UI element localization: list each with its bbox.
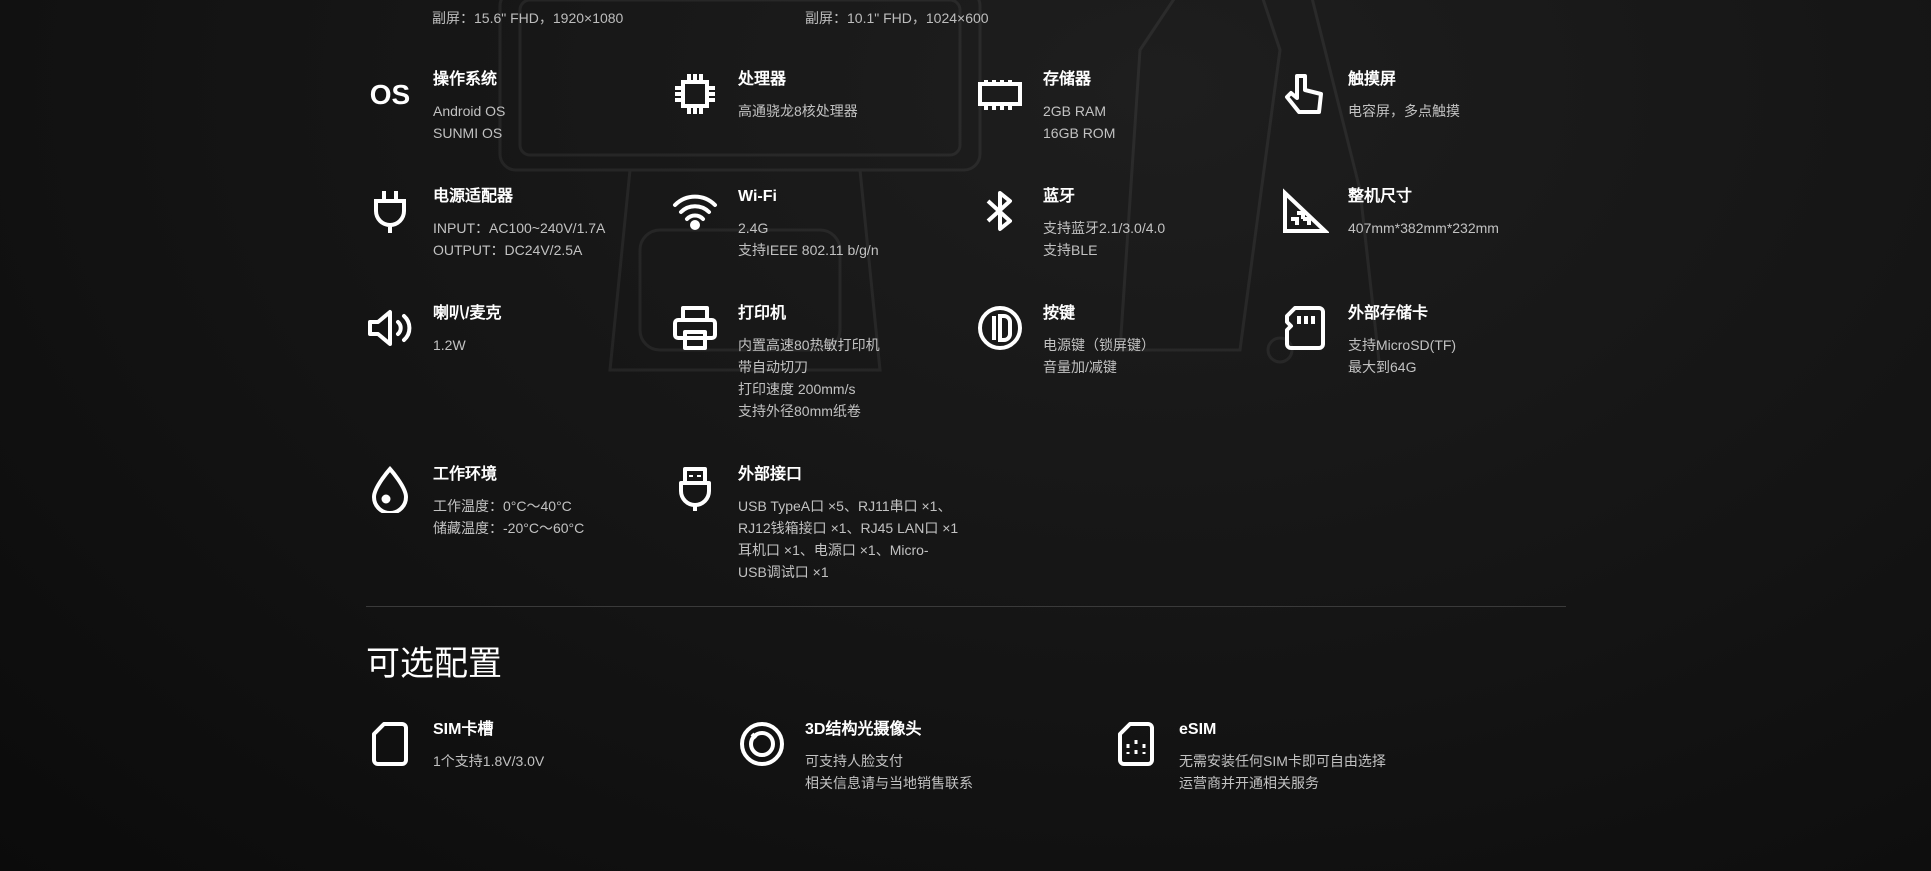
spec-title: 电源适配器 xyxy=(433,188,514,205)
camera-3d-icon xyxy=(738,720,786,768)
spec-line: 音量加/减键 xyxy=(1043,359,1117,375)
spec-line: 带自动切刀 xyxy=(738,359,808,375)
os-icon: OS xyxy=(366,70,414,118)
memory-icon xyxy=(976,70,1024,118)
printer-icon xyxy=(671,304,719,352)
spec-line: 无需安装任何SIM卡即可自由选择 xyxy=(1179,753,1386,769)
spec-line: 内置高速80热敏打印机 xyxy=(738,337,880,353)
sd-card-icon xyxy=(1281,304,1329,352)
usb-plug-icon xyxy=(671,465,719,513)
spec-line: 1个支持1.8V/3.0V xyxy=(433,753,545,769)
spec-line: 407mm*382mm*232mm xyxy=(1348,220,1499,236)
spec-line: 最大到64G xyxy=(1348,359,1417,375)
spec-title: 工作环境 xyxy=(433,466,498,483)
spec-line: RJ12钱箱接口 ×1、RJ45 LAN口 ×1 xyxy=(738,520,959,536)
spec-line: 高通骁龙8核处理器 xyxy=(738,103,858,119)
spec-title: 操作系统 xyxy=(433,71,498,88)
spec-title: 喇叭/麦克 xyxy=(433,305,502,322)
section-divider xyxy=(366,606,1566,607)
spec-line: 16GB ROM xyxy=(1043,125,1116,141)
spec-title: 整机尺寸 xyxy=(1348,188,1413,205)
spec-line: 工作温度：0°C～40°C xyxy=(433,498,572,514)
spec-title: 存储器 xyxy=(1043,71,1092,88)
spec-title: 按键 xyxy=(1043,305,1076,322)
esim-icon xyxy=(1112,720,1160,768)
power-plug-icon xyxy=(366,187,414,235)
optional-config-title: 可选配置 xyxy=(366,645,502,683)
secondary-screen-spec-1: 副屏：15.6" FHD，1920×1080 xyxy=(432,10,624,26)
spec-title: 外部存储卡 xyxy=(1348,305,1429,322)
spec-title: 蓝牙 xyxy=(1043,188,1076,205)
spec-line: Android OS xyxy=(433,103,506,119)
touch-hand-icon xyxy=(1281,70,1329,118)
svg-text:OS: OS xyxy=(370,79,410,110)
spec-line: 支持BLE xyxy=(1043,242,1098,258)
spec-title: 外部接口 xyxy=(738,466,803,483)
spec-line: 运营商并开通相关服务 xyxy=(1179,775,1319,791)
spec-title: 触摸屏 xyxy=(1348,71,1397,88)
spec-title: Wi-Fi xyxy=(738,188,777,205)
spec-line: 打印速度 200mm/s xyxy=(738,381,856,397)
spec-line: 2GB RAM xyxy=(1043,103,1107,119)
spec-title: 处理器 xyxy=(738,71,787,88)
spec-line: 可支持人脸支付 xyxy=(805,753,903,769)
spec-title: 打印机 xyxy=(738,305,787,322)
water-drop-icon xyxy=(366,465,414,515)
spec-line: 耳机口 ×1、电源口 ×1、Micro- xyxy=(738,542,929,558)
spec-line: 支持MicroSD(TF) xyxy=(1348,337,1457,353)
spec-line: OUTPUT：DC24V/2.5A xyxy=(433,242,583,258)
speaker-icon xyxy=(366,304,414,352)
spec-line: 2.4G xyxy=(738,220,769,236)
dimensions-icon xyxy=(1281,187,1331,235)
spec-title: eSIM xyxy=(1179,721,1217,738)
spec-line: USB TypeA口 ×5、RJ11串口 ×1、 xyxy=(738,498,952,514)
spec-line: 电容屏，多点触摸 xyxy=(1348,103,1460,119)
spec-line: INPUT：AC100~240V/1.7A xyxy=(433,220,606,236)
bluetooth-icon xyxy=(976,187,1024,235)
spec-line: 储藏温度：-20°C～60°C xyxy=(433,520,585,536)
cpu-icon xyxy=(671,70,719,118)
spec-title: 3D结构光摄像头 xyxy=(805,721,922,738)
spec-line: SUNMI OS xyxy=(433,125,503,141)
secondary-screen-spec-2: 副屏：10.1" FHD，1024×600 xyxy=(805,10,989,26)
power-button-icon xyxy=(976,304,1024,352)
spec-line: 电源键（锁屏键） xyxy=(1043,337,1155,353)
wifi-icon xyxy=(671,187,719,235)
spec-line: USB调试口 ×1 xyxy=(738,564,829,580)
spec-line: 支持蓝牙2.1/3.0/4.0 xyxy=(1043,220,1166,236)
spec-title: SIM卡槽 xyxy=(433,721,494,738)
spec-line: 相关信息请与当地销售联系 xyxy=(805,775,973,791)
spec-line: 1.2W xyxy=(433,337,466,353)
spec-line: 支持外径80mm纸卷 xyxy=(738,403,861,419)
spec-line: 支持IEEE 802.11 b/g/n xyxy=(738,242,879,258)
sim-slot-icon xyxy=(366,720,414,768)
